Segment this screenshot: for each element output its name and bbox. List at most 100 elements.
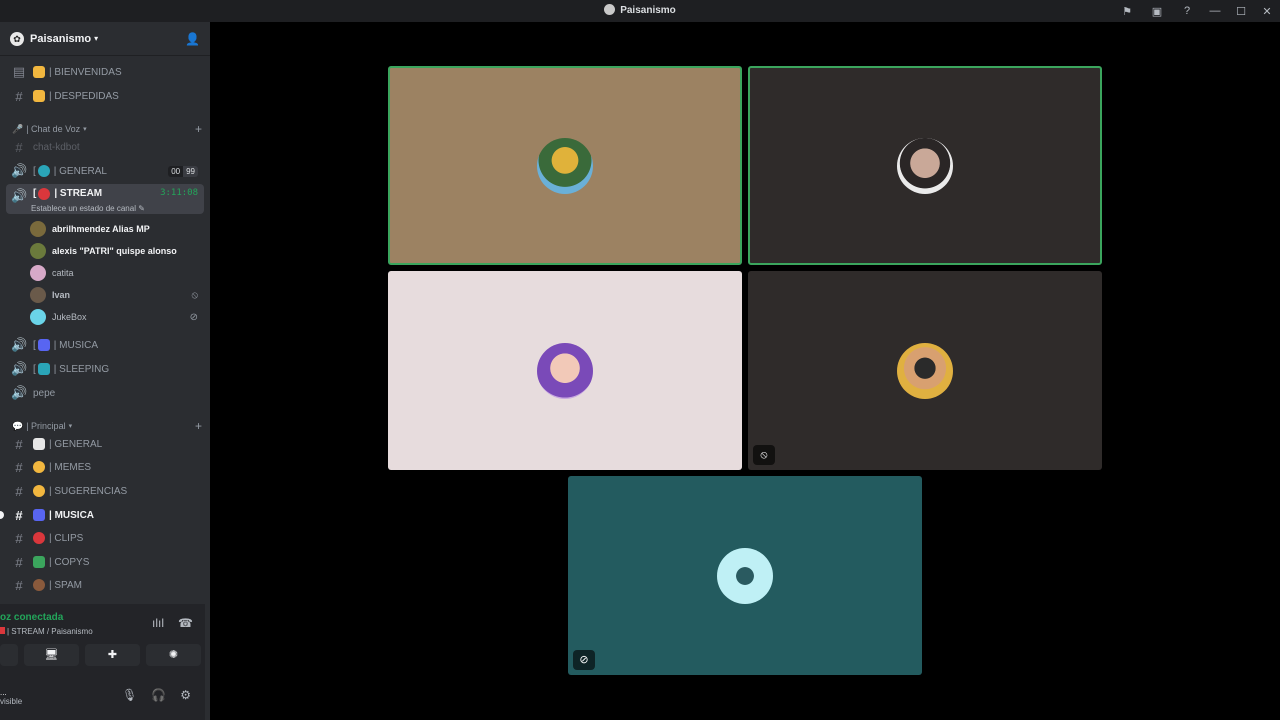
- voice-member[interactable]: catita: [30, 263, 202, 283]
- bracket: [: [33, 188, 37, 199]
- zzz-emoji-icon: [37, 363, 50, 375]
- stream-timer: 3:11:08: [160, 188, 198, 198]
- hash-icon: #: [15, 139, 23, 155]
- member-name: JukeBox: [52, 312, 87, 322]
- voice-panel-buttons: 🖥 ✚ ✺: [0, 644, 205, 666]
- unread-indicator: [0, 511, 4, 519]
- channel-label: | SUGERENCIAS: [49, 485, 128, 497]
- avatar: [30, 221, 46, 237]
- globe-emoji-icon: [37, 165, 50, 177]
- avatar: [30, 287, 46, 303]
- screen-share-button[interactable]: 🖥: [24, 644, 79, 666]
- channel-musica[interactable]: # | MUSICA: [6, 504, 204, 526]
- channel-label: | MUSICA: [53, 339, 99, 351]
- red-circle-emoji-icon: [38, 188, 51, 200]
- headphones-icon[interactable]: 🎧: [151, 688, 166, 702]
- participant-tile[interactable]: [748, 66, 1102, 265]
- deafened-icon: ⊘: [573, 650, 595, 670]
- channel-label: | COPYS: [49, 556, 90, 568]
- voice-member[interactable]: JukeBox ⊘: [30, 307, 202, 327]
- flag-icon[interactable]: ⚑: [1112, 5, 1142, 18]
- voice-channel-sleeping[interactable]: 🔊 [ | SLEEPING: [6, 358, 204, 380]
- inbox-icon[interactable]: ▣: [1142, 5, 1172, 18]
- hash-icon: #: [15, 436, 23, 452]
- avatar: [717, 547, 773, 604]
- add-channel-icon[interactable]: +: [195, 122, 202, 136]
- disconnect-icon[interactable]: ☎: [178, 616, 193, 630]
- hash-icon: #: [15, 459, 23, 475]
- channel-memes[interactable]: # | MEMES: [6, 456, 204, 478]
- maximize-button[interactable]: ☐: [1228, 5, 1254, 18]
- channel-clips[interactable]: # | CLIPS: [6, 527, 204, 549]
- server-header[interactable]: ✿ Paisanismo ▾ 👤: [0, 22, 210, 56]
- channel-bienvenidas[interactable]: ▤ | BIENVENIDAS: [6, 61, 204, 83]
- server-name: Paisanismo: [30, 32, 92, 45]
- activities-button[interactable]: ✚: [85, 644, 140, 666]
- participant-tile[interactable]: ⊘: [568, 476, 922, 675]
- voice-location[interactable]: | STREAM / Paisanismo: [0, 627, 93, 636]
- voice-channel-pepe[interactable]: 🔊 pepe: [6, 382, 204, 404]
- microphone-emoji-icon: 🎤: [12, 123, 24, 134]
- hash-icon: #: [15, 507, 23, 523]
- soundboard-button[interactable]: ✺: [146, 644, 201, 666]
- hand-emoji-icon: [33, 90, 45, 102]
- avatar: [897, 137, 953, 194]
- category-chat-de-voz[interactable]: 🎤 | Chat de Voz ▾ +: [12, 122, 202, 136]
- channel-label: | STREAM: [54, 188, 103, 199]
- voice-channel-musica[interactable]: 🔊 [ | MUSICA: [6, 334, 204, 356]
- speech-emoji-icon: [33, 438, 45, 450]
- voice-connected-label[interactable]: oz conectada: [0, 612, 63, 623]
- chevron-down-icon: ▾: [68, 423, 73, 430]
- channel-despedidas[interactable]: # | DESPEDIDAS: [6, 85, 204, 107]
- user-controls: 🎙 🎧 ⚙: [122, 688, 191, 702]
- participant-tile[interactable]: [388, 66, 742, 265]
- channel-sugerencias[interactable]: # | SUGERENCIAS: [6, 480, 204, 502]
- voice-member[interactable]: abrilhmendez Alias MP: [30, 219, 202, 239]
- muted-mic-icon: ⦸: [753, 445, 775, 465]
- channel-spam[interactable]: # | SPAM: [6, 574, 204, 596]
- music-note-emoji-icon: [37, 339, 50, 351]
- hash-icon: #: [15, 88, 23, 104]
- noise-suppression-icon[interactable]: ılıl: [152, 616, 164, 630]
- red-circle-icon: [0, 627, 5, 634]
- window-title: Paisanismo: [0, 4, 1280, 16]
- member-name: abrilhmendez Alias MP: [52, 224, 150, 234]
- camera-button[interactable]: [0, 644, 18, 666]
- avatar: [30, 265, 46, 281]
- gear-icon[interactable]: ⚙: [180, 688, 191, 702]
- user-count-pill: 00 99: [168, 165, 198, 177]
- add-member-icon[interactable]: 👤: [185, 32, 200, 46]
- chevron-down-icon: ▾: [83, 126, 87, 133]
- pencil-icon: ✎: [138, 204, 145, 213]
- speaker-icon: 🔊: [11, 337, 28, 352]
- user-count: 00: [168, 165, 184, 177]
- voice-member[interactable]: Ivan ⦸: [30, 285, 202, 305]
- window-title-text: Paisanismo: [620, 5, 676, 16]
- title-bar: Paisanismo ⚑ ▣ ? — ☐ ✕: [0, 0, 1280, 22]
- add-channel-icon[interactable]: +: [195, 419, 202, 433]
- help-icon[interactable]: ?: [1172, 5, 1202, 17]
- minimize-button[interactable]: —: [1202, 5, 1228, 17]
- channel-copys[interactable]: # | COPYS: [6, 551, 204, 573]
- hash-icon: #: [15, 483, 23, 499]
- speaker-icon: 🔊: [11, 385, 28, 400]
- live-voice-icon: 🔊: [11, 188, 28, 203]
- channel-general[interactable]: # | GENERAL: [6, 433, 204, 455]
- voice-member[interactable]: alexis "PATRI" quispe alonso: [30, 241, 202, 261]
- voice-channel-general[interactable]: 🔊 [ | GENERAL 00 99: [6, 160, 204, 182]
- category-principal[interactable]: 💬 | Principal ▾ +: [12, 419, 202, 433]
- channel-status-prompt[interactable]: Establece un estado de canal ✎: [31, 204, 145, 213]
- close-button[interactable]: ✕: [1254, 5, 1280, 18]
- channel-chat-kdbot[interactable]: # chat-kdbot: [6, 136, 204, 158]
- brown-emoji-icon: [33, 579, 45, 591]
- muted-mic-icon: ⦸: [191, 289, 198, 301]
- username[interactable]: ...: [0, 688, 7, 697]
- user-panel: ... visible 🎙 🎧 ⚙: [0, 684, 205, 720]
- participant-tile[interactable]: [388, 271, 742, 470]
- voice-stage: ⦸ ⊘: [210, 22, 1280, 720]
- participant-tile[interactable]: ⦸: [748, 271, 1102, 470]
- member-name: alexis "PATRI" quispe alonso: [52, 246, 177, 256]
- avatar: [537, 137, 593, 194]
- avatar: [537, 342, 593, 399]
- microphone-icon[interactable]: 🎙: [122, 688, 137, 702]
